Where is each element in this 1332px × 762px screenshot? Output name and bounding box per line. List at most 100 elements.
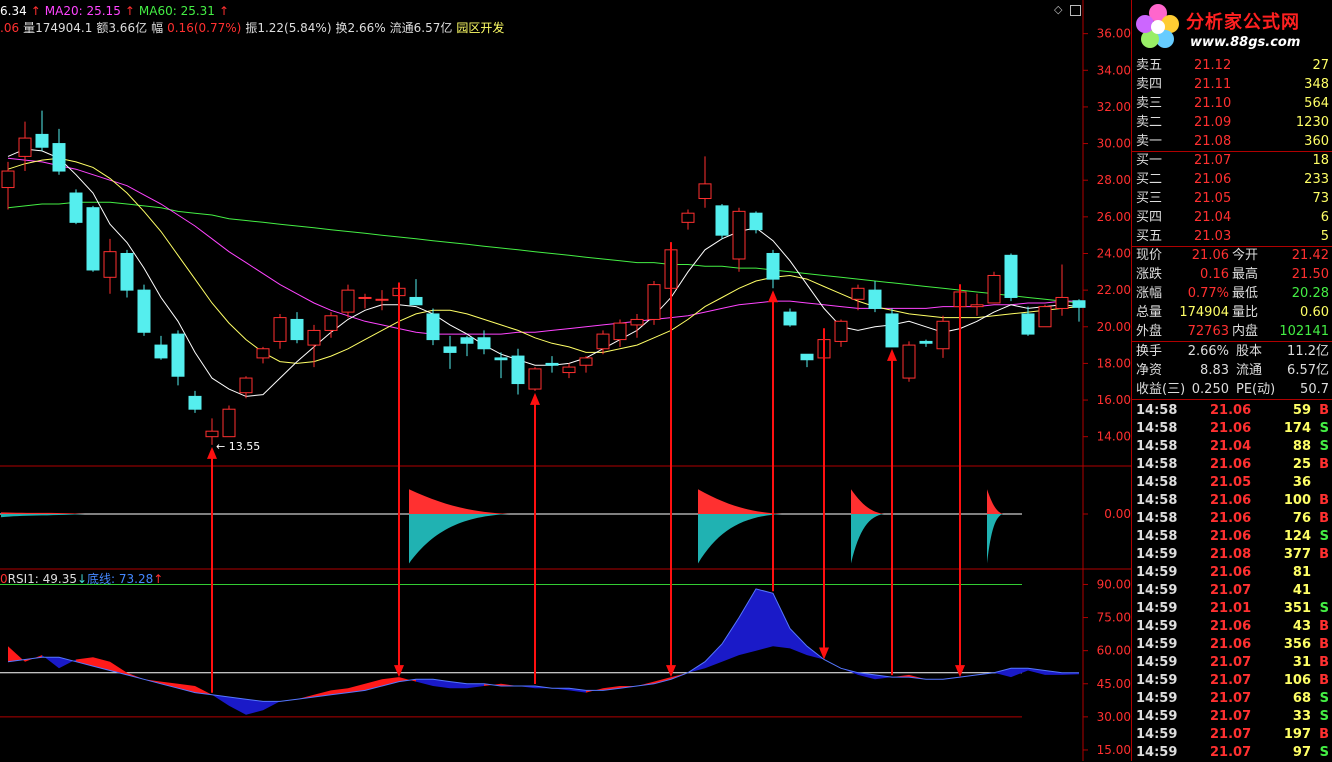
order-book-row: 卖二 21.09 1230 xyxy=(1132,113,1332,132)
tick-time: 14:58 xyxy=(1136,457,1178,472)
candle-body xyxy=(1072,300,1086,308)
order-volume: 27 xyxy=(1312,58,1329,73)
candle-body xyxy=(715,205,729,236)
tick-price: 21.07 xyxy=(1210,691,1252,706)
quote-label: 外盘 xyxy=(1136,324,1163,339)
tick-side: B xyxy=(1319,457,1329,472)
candle-body xyxy=(205,430,219,438)
diamond-icon[interactable]: ◇ xyxy=(1054,3,1062,16)
quote-value: 21.50 xyxy=(1291,267,1329,282)
price-tick-label: 14.00 xyxy=(1097,430,1131,444)
buy-arrow-icon xyxy=(530,392,540,405)
rsi-fill xyxy=(773,593,790,649)
rsi-tick-label: 75.00 xyxy=(1097,611,1131,625)
chart-canvas[interactable]: 36.00 34.00 32.00 30.00 28.00 26.00 24.00 22.00… xyxy=(0,0,1131,761)
tick-side: S xyxy=(1319,421,1329,436)
tick-row: 14:59 21.07 97 S xyxy=(1132,744,1332,762)
rsi-fill xyxy=(1011,668,1028,678)
tick-price: 21.07 xyxy=(1210,727,1252,742)
ma-legend-item-4: MA60: 25.31 xyxy=(138,4,215,18)
order-price: 21.05 xyxy=(1194,191,1232,206)
candle-body xyxy=(732,210,746,260)
price-tick-label: 30.00 xyxy=(1097,137,1131,151)
tick-volume: 100 xyxy=(1283,493,1311,508)
order-price: 21.10 xyxy=(1194,96,1232,111)
low-price-label: ← 13.55 xyxy=(216,440,260,453)
tick-volume: 106 xyxy=(1283,673,1311,688)
candle-body xyxy=(987,274,1001,304)
tick-side: B xyxy=(1319,511,1329,526)
quote-value: 21.06 xyxy=(1191,248,1229,263)
ma-legend-item-1: ↑ xyxy=(30,4,41,18)
quote-label: 涨跌 xyxy=(1136,267,1163,282)
close-icon[interactable] xyxy=(1069,4,1081,16)
rsi-tick-label: 45.00 xyxy=(1097,677,1131,691)
order-price: 21.07 xyxy=(1194,153,1232,168)
tick-volume: 351 xyxy=(1283,601,1311,616)
order-volume: 360 xyxy=(1304,134,1329,149)
order-book-row: 买二 21.06 233 xyxy=(1132,170,1332,189)
buy-arrow-icon xyxy=(768,290,778,303)
rsi-tick-label: 30.00 xyxy=(1097,710,1131,724)
candle-body xyxy=(528,368,542,390)
tick-side: S xyxy=(1319,601,1329,616)
tick-time: 14:59 xyxy=(1136,619,1178,634)
stats-row: 收益(三) 0.250 PE(动) 50.7 xyxy=(1132,380,1332,399)
stats-value: 8.83 xyxy=(1200,363,1229,378)
quote-label: 最高 xyxy=(1232,267,1259,282)
tick-row: 14:59 21.06 43 B xyxy=(1132,618,1332,636)
quote-value: 21.42 xyxy=(1291,248,1329,263)
tick-volume: 41 xyxy=(1292,583,1311,598)
tick-price: 21.07 xyxy=(1210,583,1252,598)
rsi-fill xyxy=(365,679,382,691)
quote-value: 174904 xyxy=(1179,305,1229,320)
tick-volume: 356 xyxy=(1283,637,1311,652)
signal-up-area xyxy=(987,489,1003,514)
quote-summary: .06 量174904.1 额3.66亿幅 0.16(0.77%) 振1.22(5.84… xyxy=(0,19,508,36)
candle-body xyxy=(868,289,882,309)
sell-arrow-icon xyxy=(666,665,676,678)
quote-value: 20.28 xyxy=(1291,286,1329,301)
order-book-row: 卖四 21.11 348 xyxy=(1132,75,1332,94)
order-book-row: 卖一 21.08 360 xyxy=(1132,132,1332,151)
ma-legend-item-5: ↑ xyxy=(218,4,229,18)
rsi-tick-label: 90.00 xyxy=(1097,577,1131,591)
tick-time: 14:58 xyxy=(1136,493,1178,508)
order-label: 买三 xyxy=(1136,191,1163,206)
order-price: 21.04 xyxy=(1194,210,1232,225)
signal-down-area xyxy=(987,514,1003,564)
signal-up-area xyxy=(409,489,510,514)
ma5-line xyxy=(7,148,1080,397)
order-label: 买二 xyxy=(1136,172,1163,187)
candle-body xyxy=(902,344,916,379)
quote-label: 最低 xyxy=(1232,286,1259,301)
tick-price: 21.07 xyxy=(1210,655,1252,670)
tick-side: S xyxy=(1319,745,1329,760)
stats-label: 换手 xyxy=(1136,344,1163,359)
tick-time: 14:59 xyxy=(1136,547,1178,562)
stats-value: 6.57亿 xyxy=(1287,363,1329,378)
stats-row: 换手 2.66% 股本 11.2亿 xyxy=(1132,342,1332,361)
signal-down-area xyxy=(409,514,510,564)
quote-summary-item-4: 0.16(0.77%) xyxy=(167,21,242,35)
price-tick-label: 18.00 xyxy=(1097,356,1131,370)
stats-row: 净资 8.83 流通 6.57亿 xyxy=(1132,361,1332,380)
ma10-line xyxy=(7,157,1080,364)
signal-up-area xyxy=(1,512,85,514)
candle-body xyxy=(936,320,950,350)
rsi-fill xyxy=(739,588,756,656)
logo-url[interactable]: www.88gs.com xyxy=(1190,35,1300,50)
tick-row: 14:59 21.07 68 S xyxy=(1132,690,1332,708)
tick-volume: 81 xyxy=(1292,565,1311,580)
tick-volume: 88 xyxy=(1292,439,1311,454)
tick-price: 21.06 xyxy=(1210,565,1252,580)
candle-body xyxy=(69,192,83,223)
tick-volume: 68 xyxy=(1292,691,1311,706)
order-volume: 564 xyxy=(1304,96,1329,111)
candle-body xyxy=(494,357,508,361)
order-price: 21.06 xyxy=(1194,172,1232,187)
candle-body xyxy=(783,311,797,326)
candle-body xyxy=(579,357,593,366)
tick-row: 14:58 21.06 76 B xyxy=(1132,510,1332,528)
buy-arrow-icon xyxy=(887,348,897,361)
